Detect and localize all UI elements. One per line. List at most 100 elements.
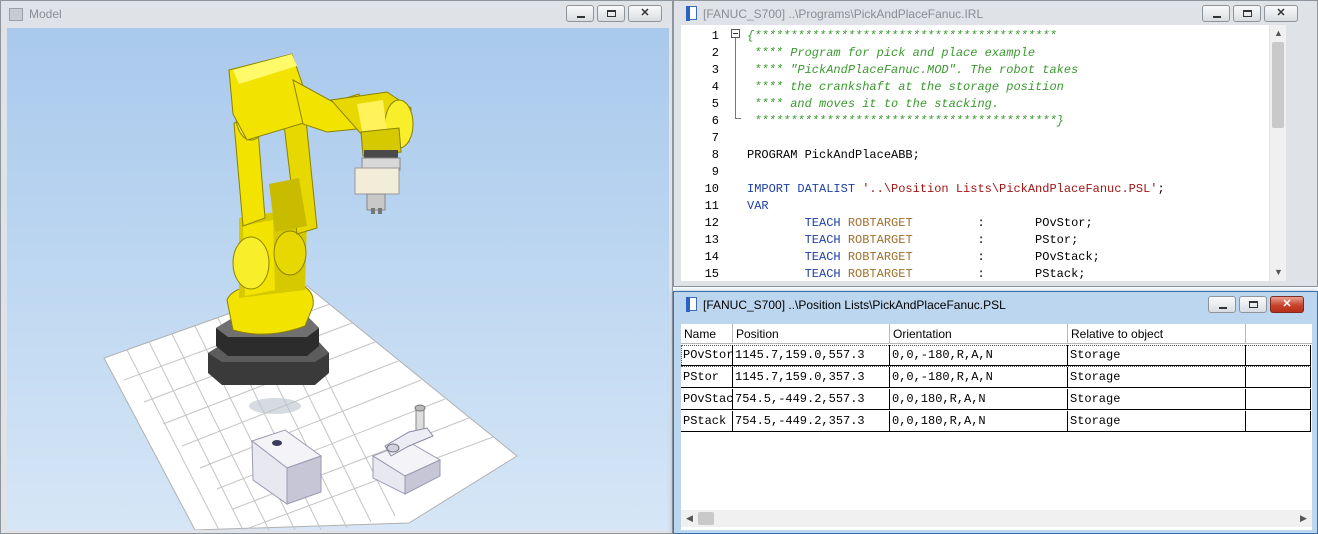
code-token: : PStor;: [912, 233, 1079, 247]
cell-position[interactable]: 1145.7,159.0,557.3: [733, 345, 890, 366]
code-token: : PStack;: [912, 267, 1086, 281]
code-token: : POvStor;: [912, 216, 1093, 230]
scroll-right-icon[interactable]: ▶: [1295, 510, 1312, 527]
cell-orientation[interactable]: 0,0,-180,R,A,N: [890, 367, 1068, 388]
line-number: 5: [711, 97, 719, 111]
code-line[interactable]: 3 **** "PickAndPlaceFanuc.MOD". The robo…: [681, 62, 1286, 79]
code-line[interactable]: 14 TEACH ROBTARGET : POvStack;: [681, 249, 1286, 266]
table-row[interactable]: POvStack 754.5,-449.2,557.3 0,0,180,R,A,…: [681, 389, 1311, 411]
code-token: ROBTARGET: [847, 233, 913, 247]
robot-scene[interactable]: [7, 28, 669, 530]
cell-relative[interactable]: Storage: [1068, 389, 1246, 410]
code-line[interactable]: 5 **** and moves it to the stacking.: [681, 96, 1286, 113]
code-token: **** Program for pick and place example: [747, 46, 1036, 60]
program-window[interactable]: [FANUC_S700] ..\Programs\PickAndPlaceFan…: [673, 0, 1318, 287]
code-token: **** and moves it to the stacking.: [747, 97, 1000, 111]
cell-empty: [1246, 345, 1311, 366]
code-line[interactable]: 9: [681, 164, 1286, 181]
column-header-relative[interactable]: Relative to object: [1068, 324, 1246, 344]
code-text: ****************************************…: [747, 113, 1064, 130]
fold-guide-end: [735, 118, 741, 119]
model-window-titlebar[interactable]: Model: [1, 1, 672, 27]
document-icon: [686, 297, 697, 312]
code-line[interactable]: 1 {**************************************…: [681, 28, 1286, 45]
code-line[interactable]: 10 IMPORT DATALIST '..\Position Lists\Pic…: [681, 181, 1286, 198]
cell-relative[interactable]: Storage: [1068, 345, 1246, 366]
program-window-title: [FANUC_S700] ..\Programs\PickAndPlaceFan…: [703, 7, 984, 21]
minimize-icon[interactable]: [1208, 296, 1236, 313]
position-grid[interactable]: Name Position Orientation Relative to ob…: [681, 324, 1312, 530]
code-text: **** Program for pick and place example: [747, 45, 1035, 62]
scroll-up-icon[interactable]: ▲: [1270, 25, 1286, 42]
position-window-titlebar[interactable]: [FANUC_S700] ..\Position Lists\PickAndPl…: [674, 292, 1317, 318]
column-header-orientation[interactable]: Orientation: [890, 324, 1068, 344]
3d-viewport[interactable]: [7, 28, 669, 530]
cell-relative[interactable]: Storage: [1068, 367, 1246, 388]
model-window-controls: [566, 5, 662, 23]
robot-gripper: [354, 150, 401, 214]
window-icon: [9, 8, 23, 21]
cell-name[interactable]: POvStor: [681, 345, 733, 366]
position-list-window[interactable]: [FANUC_S700] ..\Position Lists\PickAndPl…: [673, 291, 1318, 534]
fold-collapse-icon[interactable]: [731, 29, 740, 38]
code-line[interactable]: 2 **** Program for pick and place exampl…: [681, 45, 1286, 62]
model-window-title: Model: [29, 7, 62, 21]
maximize-icon[interactable]: [1233, 5, 1261, 22]
program-window-controls: [1202, 5, 1298, 23]
code-token: IMPORT DATALIST: [747, 182, 863, 196]
maximize-icon[interactable]: [597, 5, 625, 22]
code-line[interactable]: 12 TEACH ROBTARGET : POvStor;: [681, 215, 1286, 232]
line-number: 14: [704, 250, 719, 264]
cell-empty: [1246, 411, 1311, 432]
grid-horizontal-scrollbar[interactable]: ◀ ▶: [681, 510, 1312, 527]
code-line[interactable]: 13 TEACH ROBTARGET : PStor;: [681, 232, 1286, 249]
code-token: ;: [1157, 182, 1165, 196]
code-token: TEACH: [747, 250, 848, 264]
table-row[interactable]: PStack 754.5,-449.2,357.3 0,0,180,R,A,N …: [681, 411, 1311, 433]
line-number: 11: [704, 199, 719, 213]
code-token: **** the crankshaft at the storage posit…: [747, 80, 1064, 94]
minimize-icon[interactable]: [566, 5, 594, 22]
program-window-titlebar[interactable]: [FANUC_S700] ..\Programs\PickAndPlaceFan…: [674, 1, 1317, 27]
table-row[interactable]: POvStor 1145.7,159.0,557.3 0,0,-180,R,A,…: [681, 345, 1311, 367]
scroll-thumb[interactable]: [698, 512, 714, 525]
code-line[interactable]: 7: [681, 130, 1286, 147]
cell-position[interactable]: 1145.7,159.0,357.3: [733, 367, 890, 388]
editor-vertical-scrollbar[interactable]: ▲ ▼: [1269, 25, 1286, 281]
cell-name[interactable]: POvStack: [681, 389, 733, 410]
code-editor[interactable]: 1 {**************************************…: [681, 25, 1286, 281]
minimize-icon[interactable]: [1202, 5, 1230, 22]
model-window[interactable]: Model: [0, 0, 673, 534]
cell-orientation[interactable]: 0,0,-180,R,A,N: [890, 345, 1068, 366]
code-line[interactable]: 15 TEACH ROBTARGET : PStack;: [681, 266, 1286, 281]
cell-position[interactable]: 754.5,-449.2,357.3: [733, 411, 890, 432]
scroll-left-icon[interactable]: ◀: [681, 510, 698, 527]
code-line[interactable]: 4 **** the crankshaft at the storage pos…: [681, 79, 1286, 96]
cell-name[interactable]: PStor: [681, 367, 733, 388]
column-header-position[interactable]: Position: [733, 324, 890, 344]
table-row[interactable]: PStor 1145.7,159.0,357.3 0,0,-180,R,A,N …: [681, 367, 1311, 389]
close-icon[interactable]: [628, 5, 662, 22]
line-number: 4: [711, 80, 719, 94]
code-line[interactable]: 8 PROGRAM PickAndPlaceABB;: [681, 147, 1286, 164]
code-line[interactable]: 11 VAR: [681, 198, 1286, 215]
cell-name[interactable]: PStack: [681, 411, 733, 432]
scroll-down-icon[interactable]: ▼: [1270, 264, 1286, 281]
cell-position[interactable]: 754.5,-449.2,557.3: [733, 389, 890, 410]
maximize-icon[interactable]: [1239, 296, 1267, 313]
cell-empty: [1246, 389, 1311, 410]
code-line[interactable]: 6 **************************************…: [681, 113, 1286, 130]
column-header-name[interactable]: Name: [681, 324, 733, 344]
cell-relative[interactable]: Storage: [1068, 411, 1246, 432]
position-window-controls: [1208, 296, 1304, 314]
scroll-thumb[interactable]: [1272, 42, 1284, 128]
line-number: 12: [704, 216, 719, 230]
code-text: TEACH ROBTARGET : POvStack;: [747, 249, 1100, 266]
cell-orientation[interactable]: 0,0,180,R,A,N: [890, 411, 1068, 432]
code-token: : POvStack;: [912, 250, 1100, 264]
line-number: 3: [711, 63, 719, 77]
close-icon[interactable]: [1270, 296, 1304, 313]
close-icon[interactable]: [1264, 5, 1298, 22]
code-token: VAR: [747, 199, 769, 213]
cell-orientation[interactable]: 0,0,180,R,A,N: [890, 389, 1068, 410]
